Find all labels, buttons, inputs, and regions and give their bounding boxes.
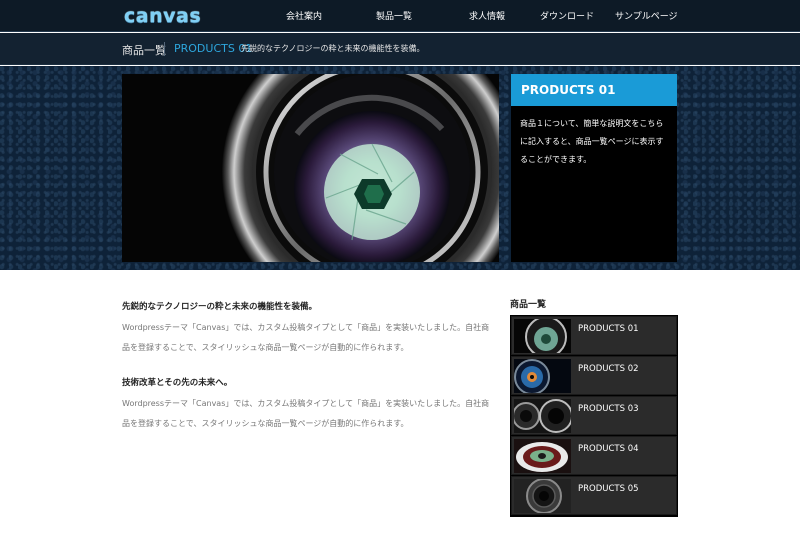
product-thumbnail [514,479,571,513]
product-thumbnail [514,439,571,473]
product-list-label: PRODUCTS 04 [578,444,639,454]
nav-item-company[interactable]: 会社案内 [286,9,322,22]
product-list-item[interactable]: PRODUCTS 02 [511,356,677,395]
content-body: Wordpressテーマ「Canvas」では、カスタム投稿タイプとして「商品」を… [122,399,490,428]
hero-panel-description: 商品１について、簡単な説明文をこちらに記入すると、商品一覧ページに表示することが… [520,119,664,164]
hero-section: PRODUCTS 01 商品１について、簡単な説明文をこちらに記入すると、商品一… [0,66,800,270]
hero-image [122,74,499,262]
nav-item-recruit[interactable]: 求人情報 [469,9,505,22]
nav-item-products[interactable]: 製品一覧 [376,9,412,22]
sidebar-title: 商品一覧 [510,300,547,310]
product-list: PRODUCTS 01 PRODUCTS 02 PRODUCTS 03 PROD… [510,315,678,517]
product-thumbnail [514,359,571,393]
camera-lens-icon [122,74,499,262]
main-content: 先鋭的なテクノロジーの粋と未来の機能性を装備。 Wordpressテーマ「Can… [122,300,492,434]
content-heading: 先鋭的なテクノロジーの粋と未来の機能性を装備。 [122,302,317,312]
site-logo[interactable]: canvas [124,5,201,27]
product-list-label: PRODUCTS 02 [578,364,639,374]
product-thumbnail [514,319,571,353]
product-list-item[interactable]: PRODUCTS 05 [511,476,677,515]
breadcrumb-title[interactable]: 商品一覧 [122,42,166,58]
content-block: 先鋭的なテクノロジーの粋と未来の機能性を装備。 Wordpressテーマ「Can… [122,300,492,358]
nav-item-download[interactable]: ダウンロード [540,9,594,22]
nav-item-sample-page[interactable]: サンプルページ [615,9,678,22]
product-list-label: PRODUCTS 03 [578,404,639,414]
product-list-item[interactable]: PRODUCTS 03 [511,396,677,435]
content-body: Wordpressテーマ「Canvas」では、カスタム投稿タイプとして「商品」を… [122,323,490,352]
sidebar: 商品一覧 PRODUCTS 01 PRODUCTS 02 PRODUCTS 03… [510,297,678,517]
product-list-label: PRODUCTS 01 [578,324,639,334]
breadcrumb: 商品一覧 PRODUCTS 01 先鋭的なテクノロジーの粋と未来の機能性を装備。 [0,33,800,65]
product-list-item[interactable]: PRODUCTS 04 [511,436,677,475]
content-heading: 技術改革とその先の未来へ。 [122,378,233,388]
product-thumbnail [514,399,571,433]
product-list-label: PRODUCTS 05 [578,484,639,494]
hero-panel-title: PRODUCTS 01 [511,74,677,106]
breadcrumb-tagline: 先鋭的なテクノロジーの粋と未来の機能性を装備。 [241,44,425,53]
content-block: 技術改革とその先の未来へ。 Wordpressテーマ「Canvas」では、カスタ… [122,376,492,434]
site-header: canvas 会社案内 製品一覧 求人情報 ダウンロード サンプルページ [0,0,800,32]
hero-info-panel: PRODUCTS 01 商品１について、簡単な説明文をこちらに記入すると、商品一… [511,74,677,262]
product-list-item[interactable]: PRODUCTS 01 [511,316,677,355]
breadcrumb-divider [164,42,165,56]
